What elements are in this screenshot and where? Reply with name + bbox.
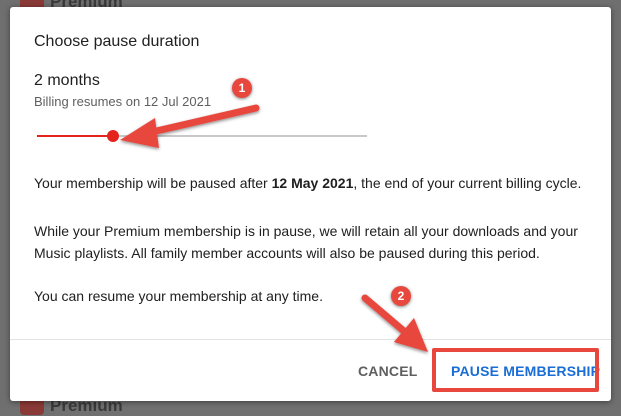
retention-paragraph: While your Premium membership is in paus… [34,223,578,261]
slider-fill [37,135,113,137]
duration-slider[interactable] [37,125,367,145]
step-marker-2: 2 [391,286,411,306]
step-marker-1: 1 [232,78,252,98]
pause-duration-dialog: Choose pause duration 2 months Billing r… [10,7,611,401]
billing-resume-text: Billing resumes on 12 Jul 2021 [34,94,212,109]
pause-date-text-after: , the end of your current billing cycle. [353,175,582,191]
pause-membership-button[interactable]: PAUSE MEMBERSHIP [451,363,600,379]
resume-paragraph: You can resume your membership at any ti… [34,288,323,304]
pause-date: 12 May 2021 [271,175,354,191]
dialog-divider [10,339,611,340]
pause-date-paragraph: Your membership will be paused after 12 … [34,172,594,194]
dialog-title: Choose pause duration [34,33,200,50]
duration-value: 2 months [34,72,100,89]
cancel-button[interactable]: CANCEL [358,363,418,379]
pause-date-text-before: Your membership will be paused after [34,175,272,191]
slider-thumb[interactable] [106,130,119,142]
